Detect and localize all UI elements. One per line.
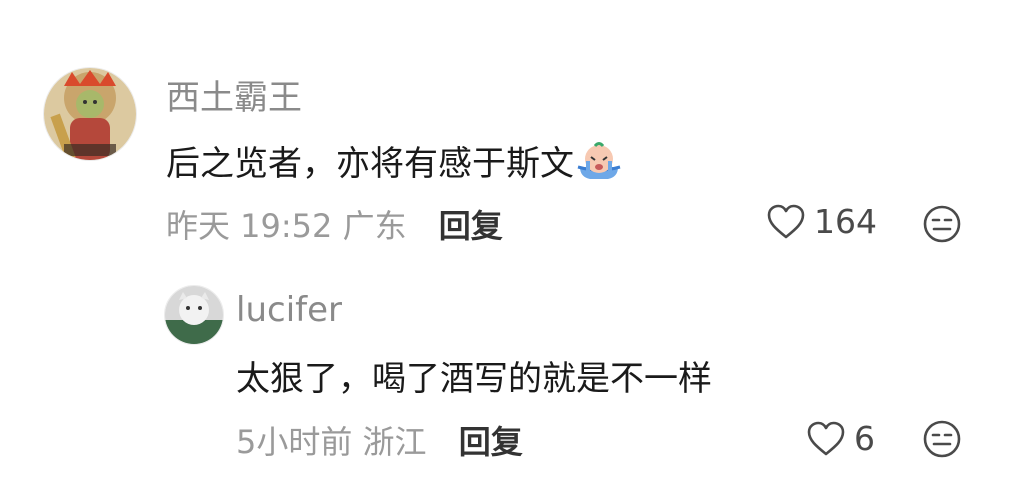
comment-text: 太狠了，喝了酒写的就是不一样 [236, 359, 712, 399]
comment-time: 5小时前 [236, 423, 353, 461]
dislike-button[interactable] [922, 204, 962, 248]
comment-meta: 昨天 19:52 广东 回复 [166, 201, 503, 247]
username[interactable]: lucifer [236, 290, 342, 330]
reply-button[interactable]: 回复 [439, 207, 503, 245]
comment-text: 后之览者，亦将有感于斯文 [166, 136, 622, 190]
avatar[interactable] [43, 67, 137, 161]
neutral-face-icon [922, 205, 962, 248]
like-count: 6 [854, 419, 875, 458]
username[interactable]: 西土霸王 [166, 70, 302, 119]
like-button[interactable]: 6 [806, 419, 875, 458]
heart-icon [766, 203, 806, 241]
comment-location: 广东 [342, 207, 407, 245]
comment-location: 浙江 [362, 423, 427, 461]
reply-button[interactable]: 回复 [459, 423, 523, 461]
dislike-button[interactable] [922, 419, 962, 463]
comment-text-body: 后之览者，亦将有感于斯文 [166, 144, 574, 184]
avatar[interactable] [164, 285, 224, 345]
crying-face-emoji-icon [576, 141, 622, 190]
like-button[interactable]: 164 [766, 202, 877, 241]
neutral-face-icon [922, 420, 962, 463]
heart-icon [806, 420, 846, 458]
like-count: 164 [814, 202, 877, 241]
comment-meta: 5小时前 浙江 回复 [236, 417, 523, 463]
comment-time: 昨天 19:52 [166, 207, 333, 245]
